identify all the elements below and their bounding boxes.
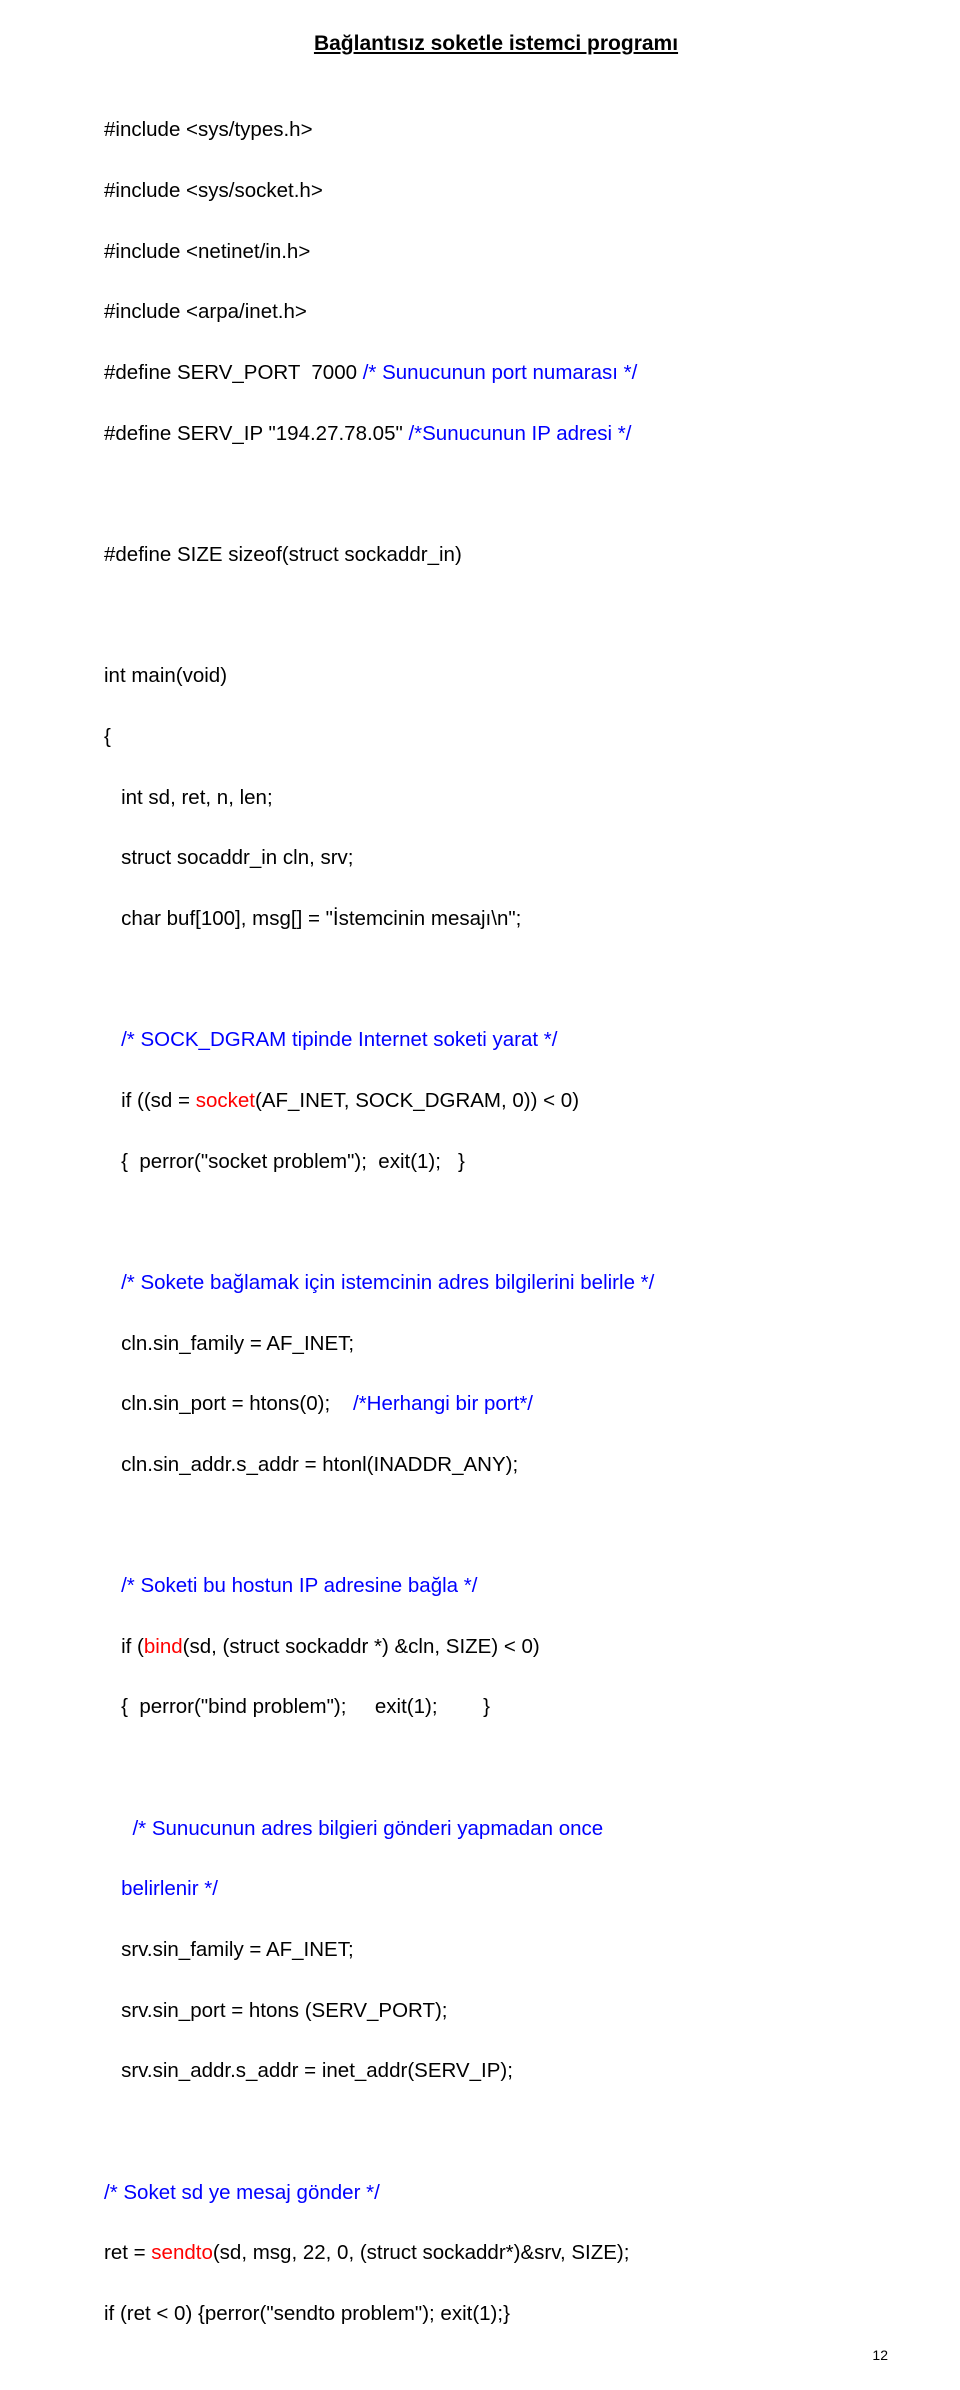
code-line: srv.sin_family = AF_INET; <box>104 1935 888 1965</box>
code-line: { perror("socket problem"); exit(1); } <box>104 1147 888 1177</box>
blank-line <box>104 965 888 995</box>
text: (sd, (struct sockaddr *) &cln, SIZE) < 0… <box>183 1635 540 1658</box>
code-line: { <box>104 722 888 752</box>
text: (sd, msg, 22, 0, (struct sockaddr*)&srv,… <box>213 2241 630 2264</box>
code-line: if (bind(sd, (struct sockaddr *) &cln, S… <box>104 1632 888 1662</box>
text: if ( <box>104 1635 144 1658</box>
text: ret = <box>104 2241 151 2264</box>
code-line: #define SIZE sizeof(struct sockaddr_in) <box>104 540 888 570</box>
code-line: #define SERV_PORT 7000 /* Sunucunun port… <box>104 358 888 388</box>
page-number: 12 <box>872 2345 888 2366</box>
document-page: Bağlantısız soketle istemci programı #in… <box>0 0 960 2390</box>
code-line: cln.sin_port = htons(0); /*Herhangi bir … <box>104 1389 888 1419</box>
blank-line <box>104 1207 888 1237</box>
text: if ((sd = <box>104 1089 196 1112</box>
comment-line: /* SOCK_DGRAM tipinde Internet soketi ya… <box>104 1025 888 1055</box>
comment-line: /* Soketi bu hostun IP adresine bağla */ <box>104 1571 888 1601</box>
code-line: #include <arpa/inet.h> <box>104 297 888 327</box>
comment: /*Sunucunun IP adresi */ <box>408 422 631 445</box>
code-line: cln.sin_addr.s_addr = htonl(INADDR_ANY); <box>104 1450 888 1480</box>
code-line: ret = sendto(sd, msg, 22, 0, (struct soc… <box>104 2238 888 2268</box>
code-block: #include <sys/types.h> #include <sys/soc… <box>104 85 888 2390</box>
text: cln.sin_port = htons(0); <box>104 1392 353 1415</box>
code-line: #include <sys/types.h> <box>104 115 888 145</box>
comment: /*Herhangi bir port*/ <box>353 1392 533 1415</box>
code-line: srv.sin_addr.s_addr = inet_addr(SERV_IP)… <box>104 2056 888 2086</box>
page-title: Bağlantısız soketle istemci programı <box>104 28 888 59</box>
code-line: int main(void) <box>104 661 888 691</box>
blank-line <box>104 601 888 631</box>
comment-line: /* Sokete bağlamak için istemcinin adres… <box>104 1268 888 1298</box>
text: (AF_INET, SOCK_DGRAM, 0)) < 0) <box>255 1089 579 1112</box>
comment-line: /* Sunucunun adres bilgieri gönderi yapm… <box>104 1814 888 1844</box>
code-line: struct socaddr_in cln, srv; <box>104 843 888 873</box>
code-line: if ((sd = socket(AF_INET, SOCK_DGRAM, 0)… <box>104 1086 888 1116</box>
comment-line: belirlenir */ <box>104 1874 888 1904</box>
blank-line <box>104 1753 888 1783</box>
blank-line <box>104 479 888 509</box>
keyword: socket <box>196 1089 255 1112</box>
blank-line <box>104 1511 888 1541</box>
code-line: #include <sys/socket.h> <box>104 176 888 206</box>
comment: /* Sunucunun port numarası */ <box>363 361 638 384</box>
code-line: #define SERV_IP "194.27.78.05" /*Sunucun… <box>104 419 888 449</box>
code-line: if (ret < 0) {perror("sendto problem"); … <box>104 2299 888 2329</box>
keyword: sendto <box>151 2241 213 2264</box>
code-line: { perror("bind problem"); exit(1); } <box>104 1692 888 1722</box>
code-line: char buf[100], msg[] = "İstemcinin mesaj… <box>104 904 888 934</box>
blank-line <box>104 2117 888 2147</box>
text: #define SERV_PORT 7000 <box>104 361 363 384</box>
comment-line: /* Soket sd ye mesaj gönder */ <box>104 2178 888 2208</box>
code-line: cln.sin_family = AF_INET; <box>104 1329 888 1359</box>
code-line: #include <netinet/in.h> <box>104 237 888 267</box>
text: #define SERV_IP "194.27.78.05" <box>104 422 408 445</box>
code-line: srv.sin_port = htons (SERV_PORT); <box>104 1996 888 2026</box>
code-line: int sd, ret, n, len; <box>104 783 888 813</box>
keyword: bind <box>144 1635 183 1658</box>
